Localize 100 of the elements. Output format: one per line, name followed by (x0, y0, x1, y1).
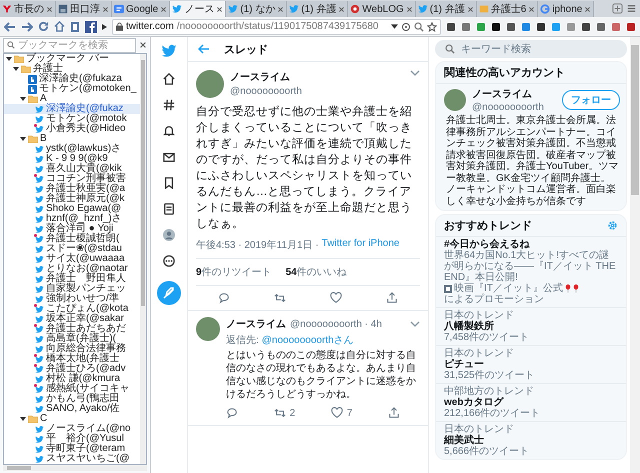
bookmark-item[interactable]: 弁護士あだちあだ (4, 324, 140, 334)
back-arrow-icon[interactable] (198, 44, 210, 54)
compose-button[interactable] (157, 281, 181, 305)
like-count[interactable]: 54件のいいね (286, 265, 347, 279)
browser-tab[interactable]: 田口淳 (56, 1, 112, 17)
bookmark-item[interactable]: 自家製パンチェッ (4, 284, 140, 294)
heart-icon[interactable] (330, 292, 342, 304)
heart-icon[interactable] (330, 407, 343, 419)
close-icon[interactable] (139, 41, 147, 49)
folder-item[interactable]: A (4, 94, 140, 104)
bookmark-item[interactable]: 深澤諭史(@fukaza (4, 74, 140, 84)
browser-tab[interactable]: 弁護士6 (476, 1, 538, 17)
bookmark-item[interactable]: 強制わいせつ/準 (4, 294, 140, 304)
expand-triangle-icon[interactable] (13, 66, 19, 72)
close-icon[interactable] (338, 6, 346, 12)
bookmark-item[interactable]: モトケン(@motok (4, 114, 140, 124)
close-icon[interactable] (277, 6, 284, 12)
hash-icon[interactable] (163, 99, 175, 111)
bookmarks-icon[interactable] (70, 20, 80, 32)
share-icon[interactable] (386, 292, 398, 304)
bookmark-item[interactable]: 向原総合法律事務 (4, 344, 140, 354)
forward-icon[interactable] (21, 22, 33, 32)
trend-item[interactable]: 日本のトレンド 細美武士 5,666件のツイート (436, 422, 626, 459)
target-icon[interactable] (401, 22, 411, 32)
caret-icon[interactable] (391, 24, 398, 29)
zoom-icon[interactable] (414, 22, 424, 32)
bell-icon[interactable] (163, 125, 175, 137)
close-icon[interactable] (584, 6, 592, 12)
expand-triangle-icon[interactable] (20, 416, 26, 422)
retweet-icon[interactable] (274, 292, 286, 304)
bookmark-item[interactable]: 高島章(弁護士)( (4, 334, 140, 344)
bookmark-item[interactable]: スドー❀(@stdau (4, 244, 140, 254)
home-icon[interactable] (163, 73, 175, 85)
retweet-count[interactable]: 9件のリツイート (196, 265, 272, 279)
close-icon[interactable] (102, 6, 109, 12)
browser-tab[interactable]: (1) 弁護 (416, 1, 477, 17)
browser-tab[interactable]: ノース (170, 1, 226, 17)
star-icon[interactable] (427, 22, 437, 32)
browser-tab[interactable]: iphone (538, 1, 594, 17)
close-icon[interactable] (160, 6, 168, 12)
bookmark-item[interactable]: K - 9 9 9(@k9 (4, 154, 140, 164)
bookmark-item[interactable]: 深澤諭史(@fukaz (4, 104, 140, 114)
close-icon[interactable] (528, 6, 536, 12)
bookmark-item[interactable]: ノースライム(@no (4, 424, 140, 434)
reply-icon[interactable] (226, 407, 238, 419)
more-icon[interactable] (163, 255, 175, 267)
bookmark-item[interactable]: 弁護士秋亜実(@a (4, 184, 140, 194)
bookmark-item[interactable]: 村松 謙(@kmura (4, 374, 140, 384)
trend-item[interactable]: #今日から会えるね 世界64カ国No.1大ヒット!すべての謎が明らかになる——『IT／イット THE END』本日公開! 映画『IT／イット』公式 によるプロモーション (436, 237, 626, 308)
bookmark-icon[interactable] (163, 177, 175, 189)
avatar-icon[interactable] (163, 229, 175, 241)
reply-icon[interactable] (218, 292, 230, 304)
bookmark-item[interactable]: 弁護士ひろ(@adv (4, 364, 140, 374)
bookmark-item[interactable]: 小倉秀夫(@Hideo (4, 124, 140, 134)
envelope-icon[interactable] (163, 151, 175, 163)
bookmark-item[interactable]: モトケン(@motoken_ (4, 84, 140, 94)
bookmark-item[interactable]: スヤスヤいちご(@ (4, 454, 140, 464)
folder-item[interactable]: 弁護士 (4, 64, 140, 74)
bookmark-item[interactable]: かもん弓(鴨志田 (4, 394, 140, 404)
expand-triangle-icon[interactable] (20, 136, 26, 142)
bookmark-item[interactable]: 弁護士 野田隼人 (4, 274, 140, 284)
bookmark-item[interactable]: ココチン刑事被害 (4, 174, 140, 184)
close-icon[interactable] (46, 6, 53, 12)
browser-tab[interactable]: Google (112, 1, 170, 17)
menu-icon[interactable] (626, 3, 637, 14)
list-icon[interactable] (163, 203, 175, 215)
back-icon[interactable] (4, 22, 16, 32)
folder-item[interactable]: C (4, 414, 140, 424)
bookmark-item[interactable]: 弁護士神原元(@k (4, 194, 140, 204)
bookmark-item[interactable]: 寺町東子(@teram (4, 444, 140, 454)
folder-item[interactable]: ブックマーク バー (4, 54, 140, 64)
bookmark-item[interactable]: 落合洋司 ● Yoji (4, 224, 140, 234)
close-icon[interactable] (216, 6, 224, 12)
bookmark-item[interactable]: 坂本正幸(@sakar (4, 314, 140, 324)
trend-item[interactable]: 日本のトレンド 八幡製鉄所 7,458件のツイート (436, 308, 626, 346)
bookmark-item[interactable]: Shoko Egawa(@ (4, 204, 140, 214)
browser-tab[interactable]: (1) 弁護 (287, 1, 348, 17)
bookmark-item[interactable]: hznf(@_hznf_)さ (4, 214, 140, 224)
browser-tab[interactable]: WebLOG (348, 1, 416, 17)
close-icon[interactable] (466, 6, 474, 12)
bookmark-item[interactable]: SANO, Ayako/佐 (4, 404, 140, 414)
browser-tab[interactable]: 市長の (0, 1, 56, 17)
retweet-icon[interactable] (274, 407, 286, 419)
caret-icon[interactable] (102, 24, 107, 30)
bookmark-item[interactable]: サイ太(@uwaaaa (4, 254, 140, 264)
address-bar[interactable]: twitter.com /noooooooorth/status/1190175087439175680 (112, 18, 441, 34)
search-field[interactable]: キーワード検索 (435, 40, 627, 58)
bookmark-item[interactable]: とりなお(@naotar (4, 264, 140, 274)
share-icon[interactable] (388, 407, 400, 419)
trend-item[interactable]: 日本のトレンド ピチュー 31,525件のツイート (436, 346, 626, 384)
close-icon[interactable] (406, 6, 413, 12)
bookmark-item[interactable]: 平 裕介(@Yusul (4, 434, 140, 444)
reload-icon[interactable] (38, 21, 49, 32)
bird-icon[interactable] (161, 43, 177, 59)
facebook-icon[interactable] (85, 20, 97, 32)
expand-triangle-icon[interactable] (6, 56, 12, 62)
bookmark-item[interactable]: 橋本太地(弁護士 (4, 354, 140, 364)
search-field[interactable]: ブックマークを検索 (3, 38, 136, 52)
settings-icon[interactable] (607, 220, 618, 231)
new-tab-icon[interactable] (612, 3, 623, 14)
